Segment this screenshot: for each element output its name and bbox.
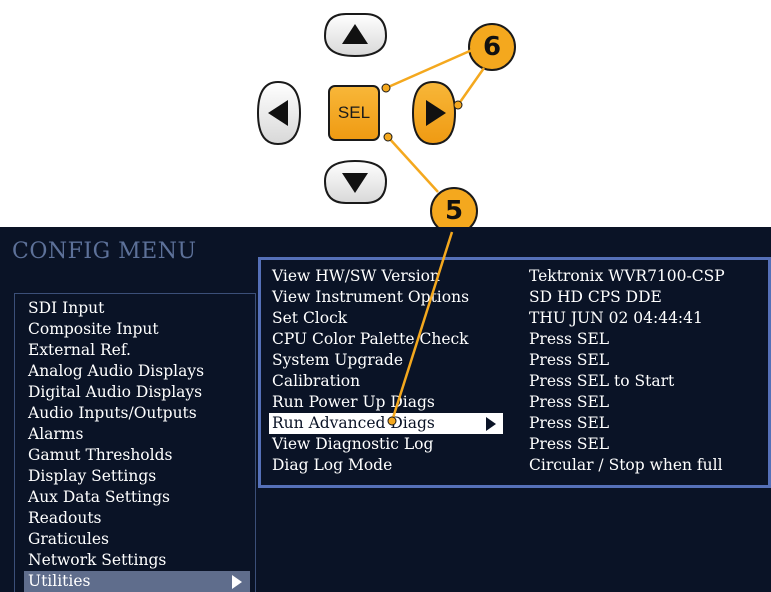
- menu-item-network-settings[interactable]: Network Settings: [28, 550, 204, 571]
- down-arrow-button[interactable]: [323, 159, 388, 204]
- row-value: Press SEL: [529, 330, 610, 348]
- row-label: Run Advanced Diags: [269, 413, 503, 434]
- row-label: View Diagnostic Log: [272, 435, 434, 453]
- keypad-graphic: [256, 13, 457, 204]
- menu-item-composite-input[interactable]: Composite Input: [28, 319, 204, 340]
- row-label: System Upgrade: [272, 351, 404, 369]
- row-label: CPU Color Palette Check: [272, 330, 469, 348]
- row-value: Press SEL: [529, 393, 610, 411]
- front-panel-keypad: SEL 6 5: [0, 0, 771, 235]
- menu-item-utilities[interactable]: Utilities: [24, 571, 250, 592]
- right-arrow-button[interactable]: [411, 80, 457, 146]
- menu-item-graticules[interactable]: Graticules: [28, 529, 204, 550]
- submenu-arrow-icon: [232, 575, 242, 589]
- config-menu-list: SDI Input Composite Input External Ref. …: [24, 298, 250, 592]
- menu-item-digital-audio-displays[interactable]: Digital Audio Displays: [28, 382, 204, 403]
- menu-item-sdi-input[interactable]: SDI Input: [28, 298, 204, 319]
- row-value: Press SEL: [529, 351, 610, 369]
- row-label: Set Clock: [272, 309, 348, 327]
- row-value: Circular / Stop when full: [529, 456, 723, 474]
- menu-item-display-settings[interactable]: Display Settings: [28, 466, 204, 487]
- menu-item-gamut-thresholds[interactable]: Gamut Thresholds: [28, 445, 204, 466]
- row-value: Press SEL to Start: [529, 372, 675, 390]
- callout-6: 6: [468, 23, 516, 71]
- row-label: View HW/SW Version: [272, 267, 440, 285]
- row-value: Press SEL: [529, 435, 610, 453]
- row-label: Run Power Up Diags: [272, 393, 435, 411]
- row-label: Diag Log Mode: [272, 456, 393, 474]
- sel-button-label: SEL: [337, 103, 371, 122]
- up-arrow-button[interactable]: [323, 13, 388, 58]
- menu-item-aux-data-settings[interactable]: Aux Data Settings: [28, 487, 204, 508]
- row-value: SD HD CPS DDE: [529, 288, 662, 306]
- menu-item-analog-audio-displays[interactable]: Analog Audio Displays: [28, 361, 204, 382]
- menu-item-utilities-label: Utilities: [28, 572, 91, 590]
- row-label: Calibration: [272, 372, 361, 390]
- config-menu-title: CONFIG MENU: [12, 239, 197, 264]
- row-label: View Instrument Options: [272, 288, 470, 306]
- left-arrow-button[interactable]: [256, 80, 302, 146]
- menu-item-readouts[interactable]: Readouts: [28, 508, 204, 529]
- submenu-arrow-icon: [486, 417, 496, 431]
- row-value: Tektronix WVR7100-CSP: [529, 267, 725, 285]
- menu-item-audio-inputs-outputs[interactable]: Audio Inputs/Outputs: [28, 403, 204, 424]
- row-value: THU JUN 02 04:44:41: [529, 309, 703, 327]
- row-value: Press SEL: [529, 414, 610, 432]
- menu-item-alarms[interactable]: Alarms: [28, 424, 204, 445]
- menu-item-external-ref[interactable]: External Ref.: [28, 340, 204, 361]
